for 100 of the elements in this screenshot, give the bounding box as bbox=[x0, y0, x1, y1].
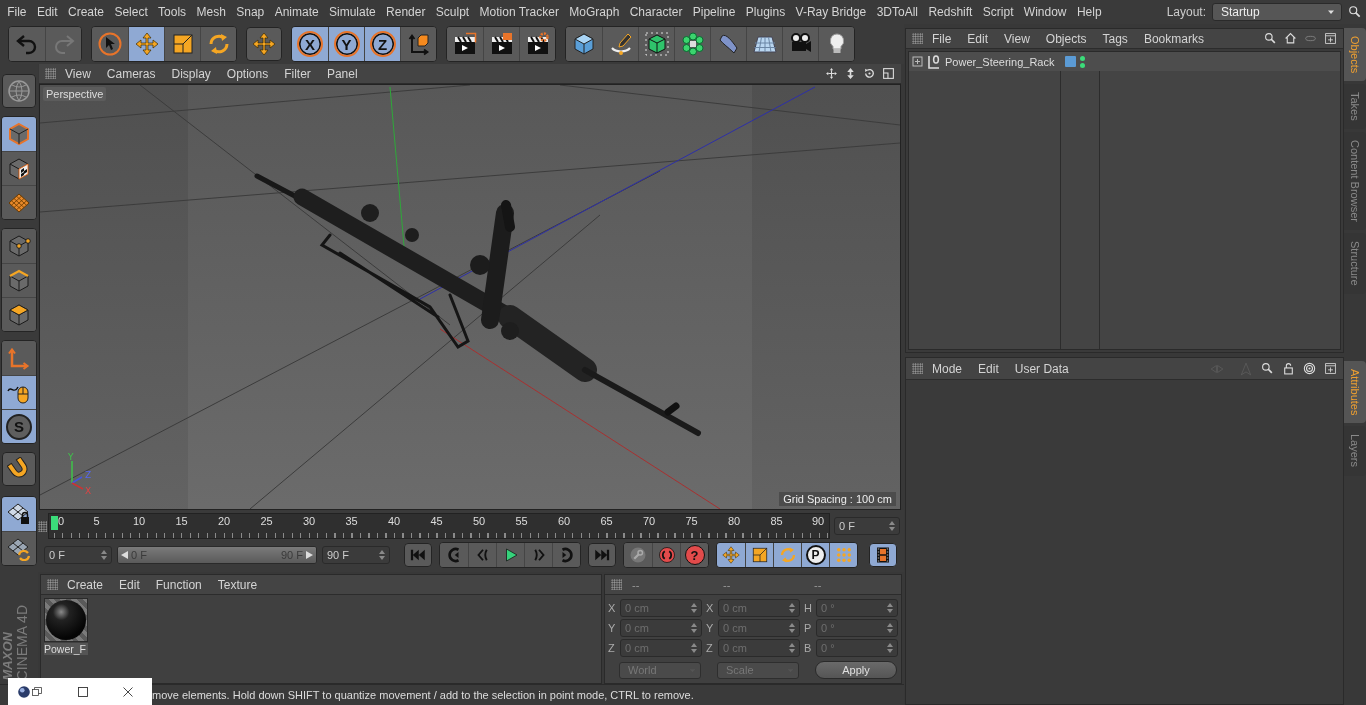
menu-item[interactable]: MoGraph bbox=[564, 3, 625, 21]
model-button[interactable] bbox=[2, 74, 36, 108]
menu-item[interactable]: Texture bbox=[210, 575, 265, 594]
spinner-arrows-icon bbox=[887, 603, 893, 613]
keyframe-help-button[interactable]: ? bbox=[680, 543, 708, 567]
menu-item[interactable]: Script bbox=[977, 3, 1019, 21]
rotation-key-button[interactable] bbox=[773, 543, 801, 567]
menu-item[interactable]: User Data bbox=[1007, 359, 1076, 378]
menu-item[interactable]: Edit bbox=[971, 359, 1006, 378]
object-row[interactable]: Power_Steering_Rack bbox=[909, 52, 1340, 71]
point-level-button[interactable] bbox=[829, 543, 857, 567]
cage-cube-icon bbox=[644, 32, 669, 56]
visibility-dot[interactable] bbox=[1080, 55, 1085, 61]
menu-item[interactable]: Options bbox=[219, 64, 276, 83]
position-key-button[interactable] bbox=[717, 543, 745, 567]
menu-item[interactable]: Display bbox=[164, 64, 218, 83]
rotate-tool-button[interactable] bbox=[200, 27, 236, 61]
menu-item[interactable]: View bbox=[58, 64, 98, 83]
playhead-marker[interactable] bbox=[50, 516, 58, 530]
menu-item[interactable]: Window bbox=[1018, 3, 1072, 21]
cube-edge-icon bbox=[7, 268, 31, 293]
menu-item[interactable]: Help bbox=[1071, 3, 1107, 21]
timeline-ruler[interactable]: 0 5 10 15 20 25 30 35 40 45 50 55 60 65 70 75 80 85 90 bbox=[48, 513, 830, 539]
menu-item[interactable]: Edit bbox=[112, 575, 147, 594]
side-tab[interactable]: Attributes bbox=[1344, 361, 1366, 424]
polygons-mode-button[interactable] bbox=[2, 297, 36, 331]
menu-item[interactable]: Create bbox=[62, 3, 110, 21]
z-axis-button[interactable]: Z bbox=[364, 27, 400, 61]
axis-icon bbox=[7, 346, 31, 370]
menu-item[interactable]: File bbox=[2, 3, 32, 21]
menu-item[interactable]: Panel bbox=[319, 64, 365, 83]
frame-label: 10 bbox=[131, 514, 147, 528]
side-tab[interactable]: Objects bbox=[1344, 28, 1366, 82]
move-tool-button[interactable] bbox=[128, 27, 164, 61]
light-button[interactable] bbox=[818, 27, 854, 61]
menu-item[interactable]: Edit bbox=[31, 3, 63, 21]
axis-label: Y bbox=[68, 453, 74, 462]
menu-item[interactable]: V-Ray Bridge bbox=[790, 3, 872, 21]
menu-item[interactable]: Snap bbox=[231, 3, 270, 21]
menu-item[interactable]: Objects bbox=[1038, 29, 1094, 48]
axis-gizmo-icon bbox=[71, 460, 84, 490]
parameter-key-button[interactable]: P bbox=[801, 543, 829, 567]
material-name[interactable]: Power_F bbox=[44, 643, 88, 655]
menu-item[interactable]: Motion Tracker bbox=[474, 3, 565, 21]
menu-item[interactable]: Mesh bbox=[191, 3, 232, 21]
menu-item[interactable]: File bbox=[925, 29, 959, 48]
workplane-button[interactable] bbox=[2, 185, 36, 219]
tweak-mode-button[interactable] bbox=[2, 375, 36, 409]
layout-dropdown[interactable]: Startup bbox=[1212, 3, 1342, 21]
object-name: Power_Steering_Rack bbox=[945, 55, 1055, 68]
start-frame-field[interactable]: 0 F bbox=[44, 546, 112, 564]
apply-button[interactable]: Apply bbox=[815, 661, 897, 679]
transform-tool-button[interactable] bbox=[246, 27, 282, 61]
menu-item[interactable]: 3DToAll bbox=[871, 3, 924, 21]
menu-item[interactable]: Edit bbox=[960, 29, 996, 48]
menu-item[interactable]: Create bbox=[60, 575, 111, 594]
viewport-canvas[interactable]: Perspective Grid Spacing : 100 cm Y Z X bbox=[39, 84, 901, 510]
expand-icon bbox=[912, 56, 923, 67]
menu-item[interactable]: Render bbox=[380, 3, 431, 21]
scale-key-button[interactable] bbox=[745, 543, 773, 567]
maximize-icon[interactable] bbox=[77, 685, 89, 698]
spinner-arrows-icon bbox=[691, 643, 697, 653]
menu-item[interactable]: Character bbox=[624, 3, 688, 21]
frame-label: 85 bbox=[769, 514, 784, 528]
spinner-arrows-icon bbox=[691, 623, 697, 633]
search-icon bbox=[1264, 32, 1277, 45]
menu-item[interactable]: Bookmarks bbox=[1136, 29, 1211, 48]
menu-item[interactable]: View bbox=[997, 29, 1037, 48]
menu-item[interactable]: Animate bbox=[269, 3, 324, 21]
menu-item[interactable]: Simulate bbox=[323, 3, 381, 21]
menu-item[interactable]: Cameras bbox=[99, 64, 163, 83]
model-mode-button[interactable] bbox=[2, 117, 36, 151]
go-to-start-button[interactable] bbox=[404, 543, 432, 567]
menu-item[interactable]: Tags bbox=[1095, 29, 1135, 48]
visibility-dot[interactable] bbox=[1080, 62, 1085, 68]
close-icon[interactable] bbox=[122, 685, 134, 698]
menu-item[interactable]: Tools bbox=[152, 3, 192, 21]
spinner-arrows-icon bbox=[691, 603, 697, 613]
material-preview[interactable] bbox=[44, 598, 88, 642]
current-frame-field[interactable]: 0 F bbox=[834, 517, 900, 535]
timeline-button[interactable] bbox=[869, 543, 897, 567]
render-settings-button[interactable] bbox=[519, 27, 555, 61]
magnet-button[interactable] bbox=[2, 452, 36, 486]
grid-rotate-button[interactable] bbox=[2, 531, 36, 565]
menu-item[interactable]: Mode bbox=[925, 359, 970, 378]
lock-grid-button[interactable] bbox=[2, 497, 36, 531]
end-frame-field[interactable]: 90 F bbox=[322, 546, 390, 564]
menu-item[interactable]: Select bbox=[109, 3, 153, 21]
menu-item[interactable]: Pipeline bbox=[687, 3, 741, 21]
menu-item[interactable]: Sculpt bbox=[430, 3, 475, 21]
menu-item[interactable]: Function bbox=[148, 575, 209, 594]
coordinate-system-button[interactable] bbox=[400, 27, 436, 61]
menu-item[interactable]: Filter bbox=[277, 64, 318, 83]
next-key-button[interactable] bbox=[552, 543, 580, 567]
menu-item[interactable]: Plugins bbox=[740, 3, 791, 21]
x-axis-button[interactable]: X bbox=[292, 27, 328, 61]
go-to-end-button[interactable] bbox=[588, 543, 616, 567]
cube-icon bbox=[572, 32, 596, 56]
y-axis-button[interactable]: Y bbox=[328, 27, 364, 61]
menu-item[interactable]: Redshift bbox=[923, 3, 978, 21]
